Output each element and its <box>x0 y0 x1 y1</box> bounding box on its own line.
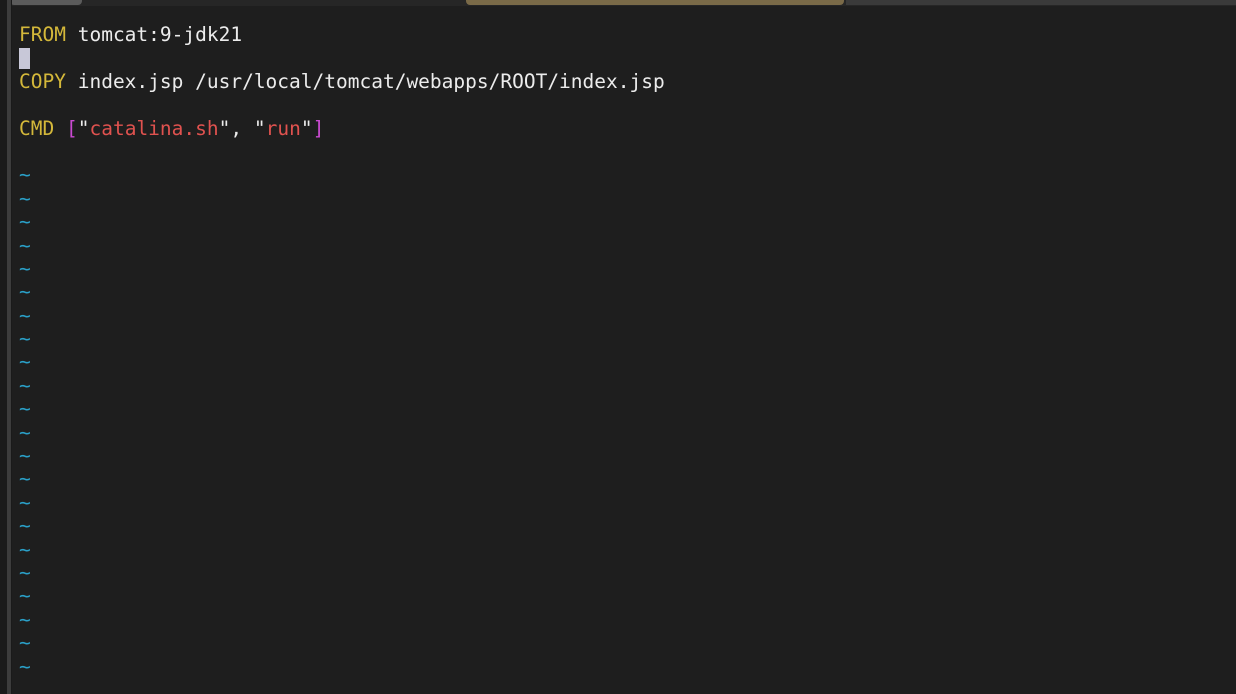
terminal-tab-active[interactable] <box>466 0 844 5</box>
quote: " <box>218 116 231 140</box>
text-cursor <box>19 48 30 70</box>
quote: " <box>253 116 266 140</box>
line-text: tomcat:9-jdk21 <box>77 23 243 46</box>
editor-line: COPY index.jsp /usr/local/tomcat/webapps… <box>19 70 1229 93</box>
terminal-tab[interactable] <box>10 0 82 5</box>
empty-line-tilde: ~ <box>19 280 31 304</box>
empty-line-tilde: ~ <box>19 467 31 491</box>
keyword: FROM <box>19 23 66 46</box>
empty-line-tilde: ~ <box>19 210 31 234</box>
empty-line-tilde: ~ <box>19 373 31 397</box>
separator: , <box>230 116 254 140</box>
terminal-tab[interactable] <box>846 0 1236 5</box>
empty-line-tilde: ~ <box>19 350 31 374</box>
empty-line-tilde: ~ <box>19 514 31 538</box>
empty-line-tilde: ~ <box>19 444 31 468</box>
empty-line-tilde: ~ <box>19 163 31 187</box>
editor-line <box>19 46 1229 70</box>
editor-line: FROM tomcat:9-jdk21 <box>19 23 1229 46</box>
empty-line-tilde: ~ <box>19 256 31 280</box>
empty-line-tilde: ~ <box>19 537 31 561</box>
open-bracket: [ <box>65 116 78 140</box>
empty-line-tilde: ~ <box>19 560 31 584</box>
keyword: COPY <box>19 69 66 93</box>
empty-line-tilde: ~ <box>19 233 31 257</box>
empty-line-tilde: ~ <box>19 654 31 678</box>
string-arg: run <box>265 116 301 140</box>
empty-line-tilde: ~ <box>19 584 31 608</box>
string-arg: catalina.sh <box>89 116 219 140</box>
window-left-edge-line <box>7 0 11 694</box>
terminal-window: FROM tomcat:9-jdk21 COPY index.jsp /usr/… <box>0 0 1236 694</box>
empty-line-tilde: ~ <box>19 397 31 421</box>
vim-editor-buffer[interactable]: FROM tomcat:9-jdk21 COPY index.jsp /usr/… <box>19 23 1229 678</box>
close-bracket: ] <box>312 116 325 140</box>
keyword: CMD <box>19 116 55 140</box>
empty-line-tilde: ~ <box>19 186 31 210</box>
empty-line-tilde: ~ <box>19 303 31 327</box>
quote: " <box>300 116 313 140</box>
empty-line-tilde: ~ <box>19 420 31 444</box>
line-text: index.jsp /usr/local/tomcat/webapps/ROOT… <box>77 69 665 93</box>
empty-line-tilde: ~ <box>19 607 31 631</box>
empty-line-tilde: ~ <box>19 490 31 514</box>
empty-line-tilde: ~ <box>19 327 31 351</box>
editor-line: CMD ["catalina.sh", "run"] <box>19 117 1229 140</box>
quote: " <box>77 116 90 140</box>
empty-line-tilde: ~ <box>19 631 31 655</box>
